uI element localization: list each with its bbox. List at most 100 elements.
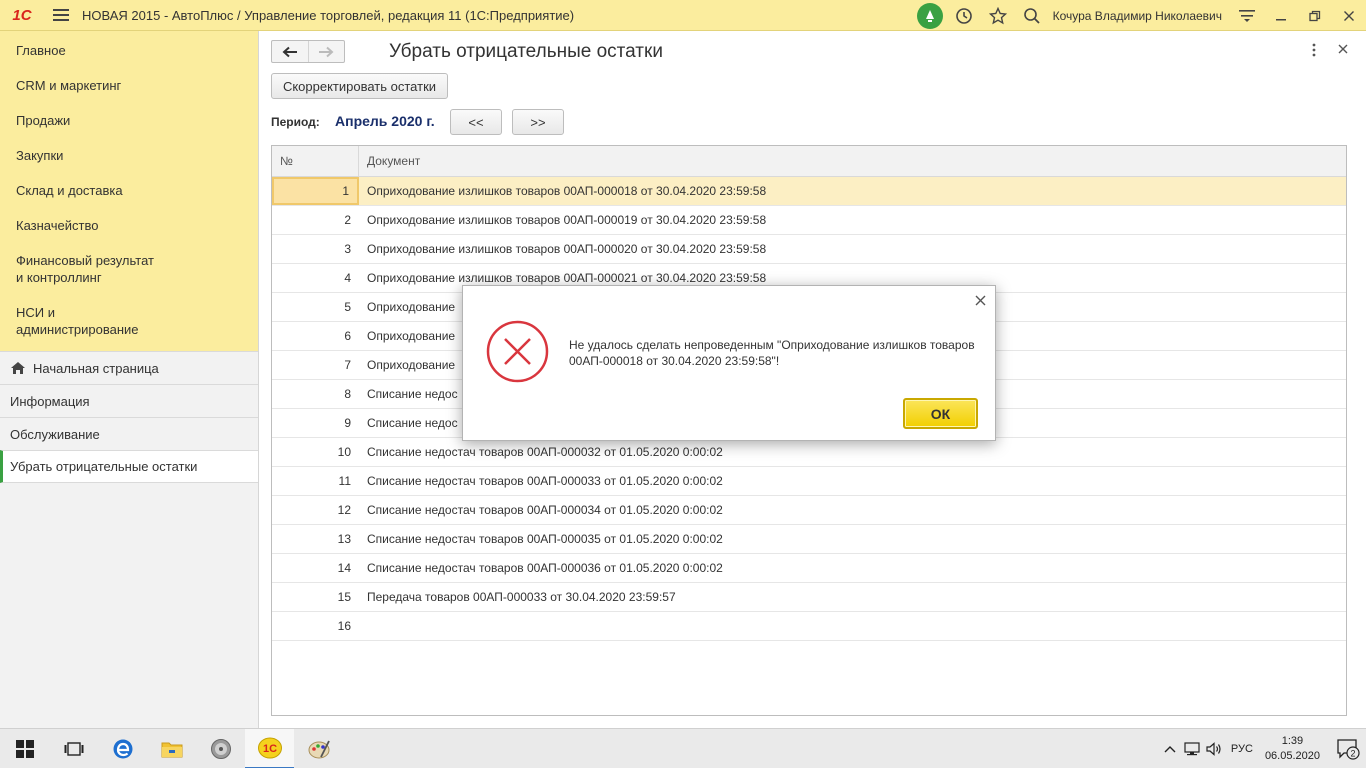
table-header: № Документ — [272, 146, 1346, 177]
taskbar-app-disk[interactable] — [196, 729, 245, 768]
nav-home-label: Начальная страница — [33, 360, 159, 376]
disk-icon — [210, 738, 231, 759]
nav-home[interactable]: Начальная страница — [0, 351, 258, 384]
app-title: НОВАЯ 2015 - АвтоПлюс / Управление торго… — [82, 7, 575, 23]
section-finance[interactable]: Финансовый результат и контроллинг — [0, 243, 180, 295]
section-purchases[interactable]: Закупки — [0, 138, 258, 173]
dialog-message: Не удалось сделать непроведенным "Оприхо… — [569, 338, 975, 368]
nav-service[interactable]: Обслуживание — [0, 417, 258, 450]
arrow-left-icon — [282, 46, 297, 57]
error-icon — [486, 320, 549, 383]
row-document: Списание недостач товаров 00АП-000035 от… — [367, 532, 723, 546]
1c-logo: 1С — [12, 6, 32, 24]
settings-menu-button[interactable] — [1230, 0, 1264, 31]
tray-network[interactable] — [1181, 742, 1203, 756]
row-document: Оприходование излишков товаров 00АП-0000… — [367, 213, 767, 227]
task-view-icon — [64, 741, 83, 756]
history-button[interactable] — [947, 0, 981, 31]
taskbar-edge[interactable] — [98, 729, 147, 768]
close-window-button[interactable] — [1332, 0, 1366, 31]
table-row[interactable]: 15 Передача товаров 00АП-000033 от 30.04.… — [272, 583, 1346, 612]
main-menu-button[interactable] — [44, 0, 78, 31]
nav-current-form[interactable]: Убрать отрицательные остатки — [0, 450, 258, 483]
notifications-button[interactable] — [913, 0, 947, 31]
sidebar: Главное CRM и маркетинг Продажи Закупки … — [0, 31, 259, 728]
close-icon — [975, 295, 986, 306]
table-row[interactable]: 10 Списание недостач товаров 00АП-000032 … — [272, 438, 1346, 467]
forward-button[interactable] — [307, 41, 345, 62]
table-row[interactable]: 16 — [272, 612, 1346, 641]
table-row[interactable]: 3 Оприходование излишков товаров 00АП-000… — [272, 235, 1346, 264]
taskbar-explorer[interactable] — [147, 729, 196, 768]
close-icon — [1344, 10, 1354, 21]
user-name[interactable]: Кочура Владимир Николаевич — [1053, 9, 1222, 23]
row-document: Оприходование излишков товаров 00АП-0000… — [367, 242, 767, 256]
column-header-document[interactable]: Документ — [359, 146, 1346, 176]
task-view-button[interactable] — [49, 729, 98, 768]
search-button[interactable] — [1015, 0, 1049, 31]
network-icon — [1184, 742, 1200, 756]
row-number: 6 — [344, 329, 351, 343]
favorites-button[interactable] — [981, 0, 1015, 31]
ok-button[interactable]: ОК — [903, 398, 978, 429]
back-button[interactable] — [272, 41, 308, 62]
paint-palette-icon — [308, 740, 330, 758]
speaker-icon — [1206, 742, 1221, 756]
table-row[interactable]: 1 Оприходование излишков товаров 00АП-000… — [272, 177, 1346, 206]
taskbar-1c[interactable]: 1С — [245, 728, 294, 768]
prev-period-button[interactable]: << — [450, 109, 502, 135]
next-period-button[interactable]: >> — [512, 109, 564, 135]
section-sales[interactable]: Продажи — [0, 103, 258, 138]
tray-expand-button[interactable] — [1159, 745, 1181, 753]
tray-volume[interactable] — [1203, 742, 1225, 756]
restore-icon — [1309, 10, 1321, 21]
action-center-button[interactable]: 2 — [1330, 738, 1366, 760]
input-language[interactable]: РУС — [1231, 743, 1253, 755]
home-icon — [10, 361, 26, 375]
row-number: 7 — [344, 358, 351, 372]
row-document: Передача товаров 00АП-000033 от 30.04.20… — [367, 590, 676, 604]
table-row[interactable]: 13 Списание недостач товаров 00АП-000035 … — [272, 525, 1346, 554]
star-icon — [988, 6, 1007, 24]
clock-date: 06.05.2020 — [1264, 750, 1320, 762]
row-number: 13 — [337, 532, 351, 546]
history-icon — [955, 7, 972, 24]
restore-button[interactable] — [1298, 0, 1332, 31]
row-number: 10 — [337, 445, 351, 459]
bell-icon — [916, 2, 943, 29]
nav-info[interactable]: Информация — [0, 384, 258, 417]
minimize-button[interactable] — [1264, 0, 1298, 31]
row-number: 12 — [337, 503, 351, 517]
start-button[interactable] — [0, 729, 49, 768]
table-row[interactable]: 2 Оприходование излишков товаров 00АП-000… — [272, 206, 1346, 235]
windows-icon — [15, 739, 34, 758]
taskbar-paint[interactable] — [294, 729, 343, 768]
system-tray: РУС 1:39 06.05.2020 2 — [1159, 729, 1366, 768]
svg-text:1С: 1С — [262, 743, 276, 755]
clock[interactable]: 1:39 06.05.2020 — [1265, 734, 1320, 764]
section-crm[interactable]: CRM и маркетинг — [0, 68, 258, 103]
close-form-button[interactable] — [1338, 41, 1348, 59]
table-row[interactable]: 12 Списание недостач товаров 00АП-000034 … — [272, 496, 1346, 525]
row-document: Списание недостач товаров 00АП-000032 от… — [367, 445, 723, 459]
section-treasury[interactable]: Казначейство — [0, 208, 258, 243]
more-actions-button[interactable] — [1312, 43, 1316, 60]
title-bar: 1С НОВАЯ 2015 - АвтоПлюс / Управление то… — [0, 0, 1366, 31]
sections-panel: Главное CRM и маркетинг Продажи Закупки … — [0, 31, 258, 351]
period-value[interactable]: Апрель 2020 г. — [335, 113, 435, 129]
table-row[interactable]: 11 Списание недостач товаров 00АП-000033 … — [272, 467, 1346, 496]
correct-balances-button[interactable]: Скорректировать остатки — [271, 73, 448, 99]
history-nav — [271, 40, 345, 63]
row-number: 4 — [344, 271, 351, 285]
edge-icon — [113, 739, 132, 758]
dialog-close-button[interactable] — [975, 293, 986, 310]
notification-count: 2 — [1350, 749, 1355, 759]
minimize-icon — [1276, 18, 1286, 20]
section-warehouse[interactable]: Склад и доставка — [0, 173, 258, 208]
row-number: 15 — [337, 590, 351, 604]
section-admin[interactable]: НСИ и администрирование — [0, 295, 160, 347]
section-main[interactable]: Главное — [0, 33, 258, 68]
column-header-num[interactable]: № — [272, 146, 359, 176]
hamburger-icon — [53, 9, 69, 21]
table-row[interactable]: 14 Списание недостач товаров 00АП-000036 … — [272, 554, 1346, 583]
